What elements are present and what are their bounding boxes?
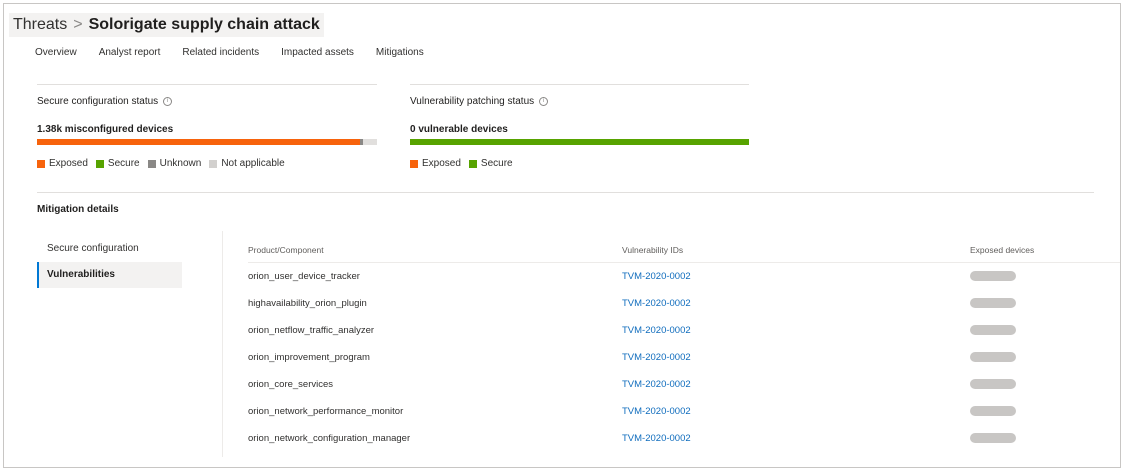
table-row[interactable]: orion_network_performance_monitor TVM-20…	[248, 398, 1120, 425]
legend-secure: Secure	[468, 158, 513, 169]
unknown-swatch	[147, 159, 156, 168]
vuln-patching-title: Vulnerability patching status i	[410, 96, 549, 107]
tab-mitigations[interactable]: Mitigations	[376, 47, 424, 58]
table-row[interactable]: orion_netflow_traffic_analyzer TVM-2020-…	[248, 317, 1120, 344]
info-icon[interactable]: i	[539, 97, 549, 106]
breadcrumb-threats-link[interactable]: Threats	[13, 16, 67, 34]
exposed-devices-placeholder	[970, 406, 1016, 416]
vulnerability-id-link[interactable]: TVM-2020-0002	[622, 298, 691, 309]
secure-config-unknown-fill	[360, 139, 364, 145]
nav-divider	[222, 231, 223, 457]
secure-config-progress-bar	[37, 139, 377, 145]
vuln-patching-title-label: Vulnerability patching status	[410, 96, 535, 107]
breadcrumb: Threats > Solorigate supply chain attack	[9, 13, 324, 37]
section-divider	[37, 192, 1094, 193]
vulnerabilities-table: Product/Component Vulnerability IDs Expo…	[248, 236, 1120, 452]
table-header: Product/Component Vulnerability IDs Expo…	[248, 236, 1120, 263]
secure-config-title-label: Secure configuration status	[37, 96, 159, 107]
product-cell: orion_improvement_program	[248, 352, 370, 363]
secure-swatch	[468, 159, 477, 168]
legend-exposed: Exposed	[410, 158, 461, 169]
secure-swatch	[95, 159, 104, 168]
info-icon[interactable]: i	[163, 97, 173, 106]
page-title: Solorigate supply chain attack	[88, 16, 320, 33]
card-divider	[410, 84, 749, 85]
tab-bar: Overview Analyst report Related incident…	[35, 47, 424, 58]
side-nav-secure-configuration[interactable]: Secure configuration	[37, 236, 182, 262]
vulnerability-id-link[interactable]: TVM-2020-0002	[622, 406, 691, 417]
column-header-vulnerability-ids[interactable]: Vulnerability IDs	[622, 245, 683, 255]
tab-impacted-assets[interactable]: Impacted assets	[281, 47, 354, 58]
secure-config-legend: Exposed Secure Unknown Not applicable	[37, 158, 285, 169]
vulnerability-id-link[interactable]: TVM-2020-0002	[622, 325, 691, 336]
vuln-patching-secure-fill	[410, 139, 749, 145]
table-row[interactable]: orion_user_device_tracker TVM-2020-0002	[248, 263, 1120, 290]
not-applicable-swatch	[209, 159, 218, 168]
vulnerability-id-link[interactable]: TVM-2020-0002	[622, 379, 691, 390]
exposed-devices-placeholder	[970, 298, 1016, 308]
mitigation-details-title: Mitigation details	[37, 204, 119, 215]
tab-analyst-report[interactable]: Analyst report	[99, 47, 161, 58]
table-row[interactable]: highavailability_orion_plugin TVM-2020-0…	[248, 290, 1120, 317]
vulnerability-id-link[interactable]: TVM-2020-0002	[622, 271, 691, 282]
product-cell: orion_user_device_tracker	[248, 271, 360, 282]
product-cell: orion_network_configuration_manager	[248, 433, 411, 444]
secure-config-title: Secure configuration status i	[37, 96, 173, 107]
exposed-devices-placeholder	[970, 433, 1016, 443]
mitigation-side-nav: Secure configuration Vulnerabilities	[37, 236, 182, 288]
table-row[interactable]: orion_core_services TVM-2020-0002	[248, 371, 1120, 398]
product-cell: highavailability_orion_plugin	[248, 298, 367, 309]
legend-secure: Secure	[95, 158, 140, 169]
vuln-patching-progress-bar	[410, 139, 749, 145]
exposed-devices-placeholder	[970, 352, 1016, 362]
legend-not-applicable: Not applicable	[209, 158, 285, 169]
legend-exposed: Exposed	[37, 158, 88, 169]
product-cell: orion_network_performance_monitor	[248, 406, 404, 417]
vulnerability-id-link[interactable]: TVM-2020-0002	[622, 352, 691, 363]
exposed-devices-placeholder	[970, 325, 1016, 335]
product-cell: orion_core_services	[248, 379, 334, 390]
side-nav-vulnerabilities[interactable]: Vulnerabilities	[37, 262, 182, 288]
product-cell: orion_netflow_traffic_analyzer	[248, 325, 375, 336]
tab-overview[interactable]: Overview	[35, 47, 77, 58]
card-divider	[37, 84, 377, 85]
exposed-swatch	[410, 159, 418, 168]
table-row[interactable]: orion_network_configuration_manager TVM-…	[248, 425, 1120, 452]
vulnerable-devices-count: 0 vulnerable devices	[410, 124, 508, 135]
vulnerability-id-link[interactable]: TVM-2020-0002	[622, 433, 691, 444]
exposed-devices-placeholder	[970, 379, 1016, 389]
tab-related-incidents[interactable]: Related incidents	[182, 47, 259, 58]
breadcrumb-separator-icon: >	[73, 16, 83, 33]
column-header-product[interactable]: Product/Component	[248, 245, 324, 255]
misconfigured-devices-count: 1.38k misconfigured devices	[37, 124, 174, 135]
column-header-exposed-devices[interactable]: Exposed devices	[970, 245, 1034, 255]
table-row[interactable]: orion_improvement_program TVM-2020-0002	[248, 344, 1120, 371]
exposed-swatch	[37, 159, 45, 168]
exposed-devices-placeholder	[970, 271, 1016, 281]
legend-unknown: Unknown	[147, 158, 201, 169]
secure-config-exposed-fill	[37, 139, 360, 145]
vuln-patching-legend: Exposed Secure	[410, 158, 513, 169]
